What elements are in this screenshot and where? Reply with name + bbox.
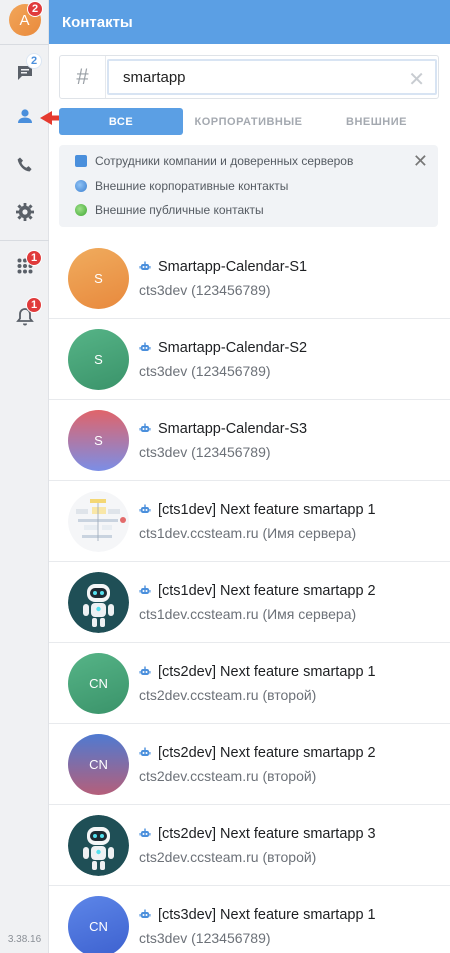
contact-name: Smartapp-Calendar-S3 <box>139 421 307 437</box>
contact-name-text: [cts2dev] Next feature smartapp 2 <box>158 745 376 761</box>
phone-icon <box>17 157 32 172</box>
tab-corporate[interactable]: КОРПОРАТИВНЫЕ <box>183 108 314 135</box>
contact-name-text: Smartapp-Calendar-S1 <box>158 259 308 275</box>
apps-button[interactable]: 1 <box>0 246 49 286</box>
contact-row[interactable]: S Smartapp-Calendar-S1 cts3dev (123456789) <box>49 238 450 319</box>
bot-icon <box>139 585 151 594</box>
legend-row: Внешние корпоративные контакты <box>75 178 288 194</box>
contact-name: [cts2dev] Next feature smartapp 3 <box>139 826 376 842</box>
contact-server: cts1dev.ccsteam.ru (Имя сервера) <box>139 606 357 622</box>
contact-initials: CN <box>89 919 108 934</box>
notifications-badge: 1 <box>26 297 43 313</box>
bot-icon <box>139 504 151 513</box>
contact-row[interactable]: CN [cts2dev] Next feature smartapp 2 cts2d… <box>49 724 450 805</box>
contact-row[interactable]: [cts1dev] Next feature smartapp 1 cts1dev… <box>49 481 450 562</box>
chats-button[interactable]: 2 <box>0 53 49 93</box>
contact-filter-tabs: ВСЕ КОРПОРАТИВНЫЕ ВНЕШНИЕ <box>59 108 439 135</box>
rail-divider <box>0 240 49 241</box>
globe-blue-icon <box>75 180 87 192</box>
contact-row[interactable]: [cts1dev] Next feature smartapp 2 cts1dev… <box>49 562 450 643</box>
contact-avatar <box>68 815 129 876</box>
contact-server: cts2dev.ccsteam.ru (второй) <box>139 768 317 784</box>
contact-name-text: Smartapp-Calendar-S2 <box>158 340 308 356</box>
contact-name-text: [cts2dev] Next feature smartapp 3 <box>158 826 376 842</box>
close-icon[interactable]: ✕ <box>413 151 428 172</box>
bot-icon <box>139 423 151 432</box>
app-version: 3.38.16 <box>7 934 42 945</box>
contact-avatar: CN <box>68 896 129 953</box>
profile-avatar-button[interactable]: A 2 <box>0 0 49 40</box>
contact-initials: CN <box>89 676 108 691</box>
contact-name: [cts3dev] Next feature smartapp 1 <box>139 907 376 923</box>
contact-server: cts3dev (123456789) <box>139 363 271 379</box>
contact-row[interactable]: S Smartapp-Calendar-S3 cts3dev (123456789) <box>49 400 450 481</box>
chats-badge: 2 <box>26 53 43 69</box>
search-bar: # ✕ <box>59 55 439 99</box>
contact-initials: CN <box>89 757 108 772</box>
legend-row: Сотрудники компании и доверенных серверо… <box>75 153 353 169</box>
contact-server: cts2dev.ccsteam.ru (второй) <box>139 687 317 703</box>
user-icon <box>17 109 32 123</box>
contact-initials: S <box>94 433 103 448</box>
bot-icon <box>139 828 151 837</box>
globe-green-icon <box>75 204 87 216</box>
contact-name-text: [cts3dev] Next feature smartapp 1 <box>158 907 376 923</box>
gear-icon <box>15 203 34 221</box>
contact-name: [cts2dev] Next feature smartapp 2 <box>139 745 376 761</box>
bot-icon <box>139 666 151 675</box>
contact-server: cts2dev.ccsteam.ru (второй) <box>139 849 317 865</box>
contact-server: cts3dev (123456789) <box>139 282 271 298</box>
contact-row[interactable]: S Smartapp-Calendar-S2 cts3dev (123456789) <box>49 319 450 400</box>
rail-divider <box>0 44 49 45</box>
contact-name: [cts1dev] Next feature smartapp 1 <box>139 502 376 518</box>
contact-name: Smartapp-Calendar-S1 <box>139 259 307 275</box>
contact-name: [cts1dev] Next feature smartapp 2 <box>139 583 376 599</box>
contact-avatar: S <box>68 410 129 471</box>
contact-avatar: CN <box>68 734 129 795</box>
contact-row[interactable]: CN [cts2dev] Next feature smartapp 1 cts2d… <box>49 643 450 724</box>
contact-server: cts3dev (123456789) <box>139 930 271 946</box>
contact-name-text: [cts1dev] Next feature smartapp 2 <box>158 583 376 599</box>
contact-initials: S <box>94 271 103 286</box>
contact-server: cts3dev (123456789) <box>139 444 271 460</box>
hashtag-icon[interactable]: # <box>60 56 106 98</box>
left-rail: A 2 2 1 1 3.38.16 <box>0 0 49 953</box>
search-input-wrapper: ✕ <box>107 59 437 95</box>
bot-icon <box>139 342 151 351</box>
legend-row: Внешние публичные контакты <box>75 202 264 218</box>
contact-name: Smartapp-Calendar-S2 <box>139 340 307 356</box>
contact-row[interactable]: [cts2dev] Next feature smartapp 3 cts2dev… <box>49 805 450 886</box>
apps-badge: 1 <box>26 250 43 266</box>
tab-external[interactable]: ВНЕШНИЕ <box>314 108 439 135</box>
bot-icon <box>139 909 151 918</box>
bot-icon <box>139 261 151 270</box>
contact-avatar <box>68 491 129 552</box>
contact-server: cts1dev.ccsteam.ru (Имя сервера) <box>139 525 357 541</box>
contact-types-legend: Сотрудники компании и доверенных серверо… <box>59 145 438 227</box>
contact-avatar: S <box>68 329 129 390</box>
contact-name-text: [cts1dev] Next feature smartapp 1 <box>158 502 376 518</box>
contact-initials: S <box>94 352 103 367</box>
contact-row[interactable]: CN [cts3dev] Next feature smartapp 1 cts3d… <box>49 886 450 953</box>
contact-name: [cts2dev] Next feature smartapp 1 <box>139 664 376 680</box>
tab-all[interactable]: ВСЕ <box>59 108 183 135</box>
search-input[interactable] <box>109 61 435 93</box>
page-title: Контакты <box>49 0 450 44</box>
contact-name-text: [cts2dev] Next feature smartapp 1 <box>158 664 376 680</box>
contact-name-text: Smartapp-Calendar-S3 <box>158 421 308 437</box>
contact-avatar <box>68 572 129 633</box>
settings-button[interactable] <box>0 192 49 232</box>
contact-avatar: S <box>68 248 129 309</box>
clear-icon[interactable]: ✕ <box>408 67 425 92</box>
avatar-badge: 2 <box>27 1 44 17</box>
contact-avatar: CN <box>68 653 129 714</box>
briefcase-icon <box>75 155 87 167</box>
notifications-button[interactable]: 1 <box>0 297 49 337</box>
bot-icon <box>139 747 151 756</box>
calls-button[interactable] <box>0 145 49 185</box>
